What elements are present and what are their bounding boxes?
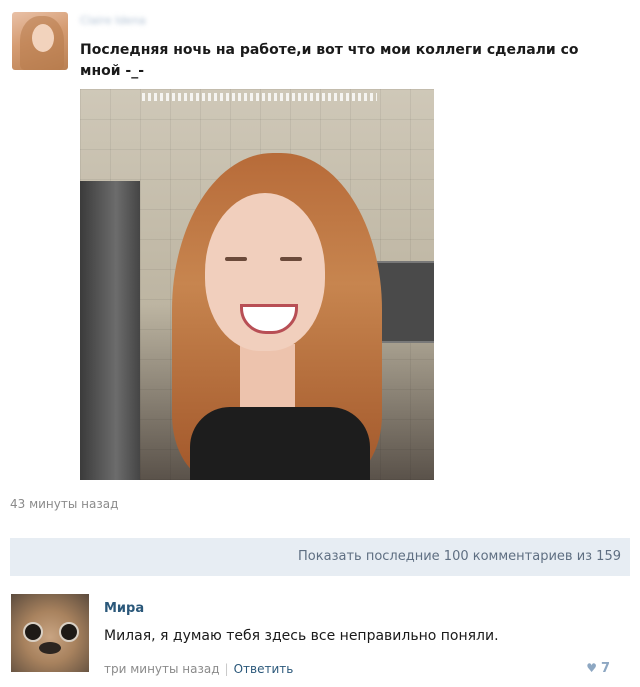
- comment-meta: три минуты назад | Ответить: [104, 662, 293, 676]
- photo-shirt: [190, 407, 370, 480]
- heart-icon: ♥: [586, 661, 597, 675]
- comment-like-button[interactable]: ♥ 7: [586, 661, 610, 676]
- pug-eye-left: [23, 622, 43, 642]
- reply-link[interactable]: Ответить: [234, 662, 294, 676]
- comment-author-avatar[interactable]: [11, 594, 89, 672]
- pug-eye-right: [59, 622, 79, 642]
- show-comments-bar[interactable]: Показать последние 100 комментариев из 1…: [10, 538, 630, 576]
- post-photo[interactable]: [80, 89, 434, 480]
- comment-author-name[interactable]: Мира: [104, 601, 144, 616]
- meta-separator: |: [224, 662, 229, 676]
- photo-fridge: [80, 181, 140, 480]
- post-author-name[interactable]: Claire Idena: [80, 14, 170, 27]
- comment-like-count: 7: [600, 661, 610, 676]
- photo-eye-left: [225, 257, 247, 261]
- post-timestamp[interactable]: 43 минуты назад: [10, 497, 118, 511]
- show-comments-label[interactable]: Показать последние 100 комментариев из 1…: [298, 549, 621, 564]
- post-author-avatar[interactable]: [12, 12, 68, 70]
- photo-watermark: [142, 93, 377, 101]
- comment-time[interactable]: три минуты назад: [104, 662, 220, 676]
- comment-text: Милая, я думаю тебя здесь все неправильн…: [104, 628, 499, 644]
- avatar-face: [32, 24, 54, 52]
- pug-nose: [39, 642, 61, 654]
- photo-eye-right: [280, 257, 302, 261]
- post-text: Последняя ночь на работе,и вот что мои к…: [80, 42, 579, 79]
